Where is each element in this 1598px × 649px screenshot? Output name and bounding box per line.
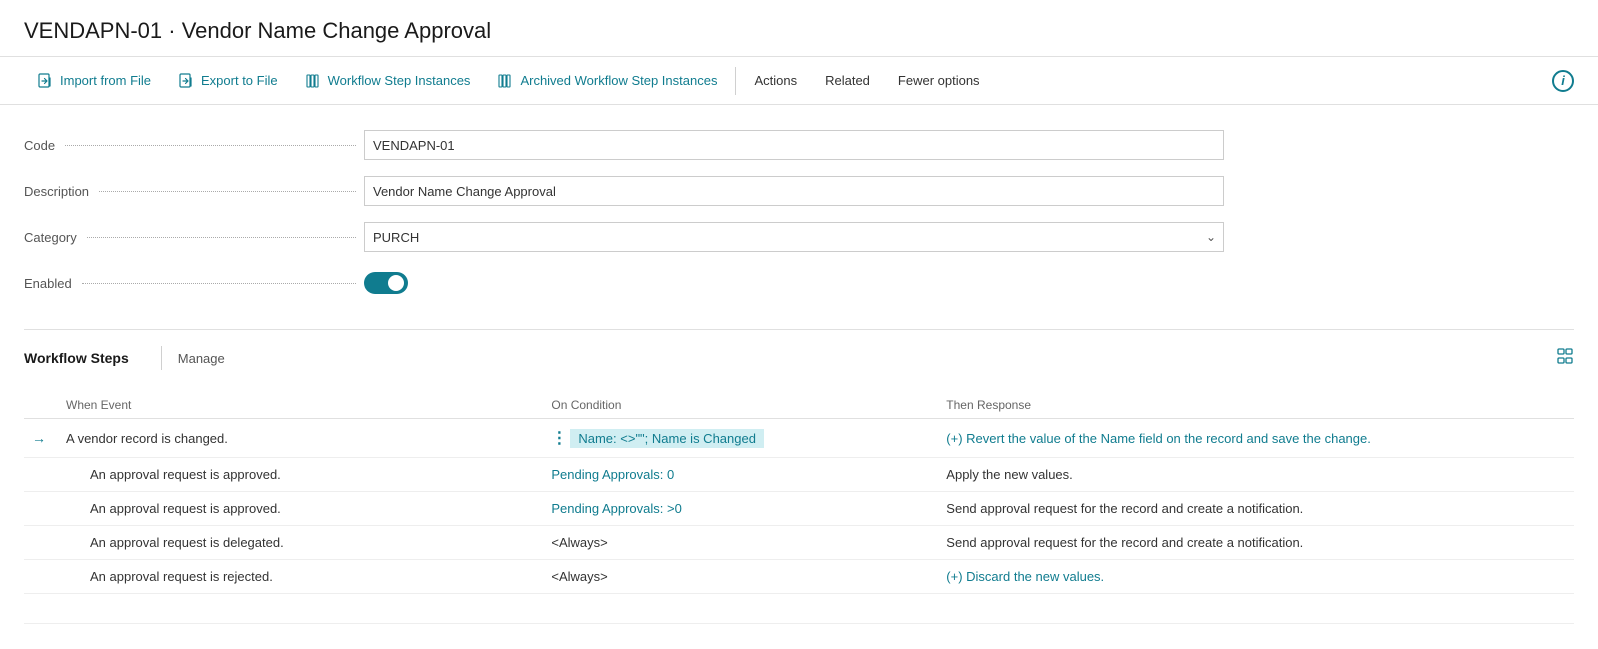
export-label: Export to File: [201, 73, 278, 88]
workflow-steps-tab[interactable]: Workflow Steps: [24, 342, 129, 374]
response-link[interactable]: (+) Revert the value of the Name field o…: [946, 431, 1371, 446]
enabled-field-wrapper: [364, 272, 1224, 294]
workflow-steps-header: Workflow Steps Manage: [0, 330, 1598, 374]
condition-link[interactable]: Pending Approvals: >0: [551, 501, 681, 516]
col-response-header: Then Response: [938, 390, 1574, 419]
actions-button[interactable]: Actions: [740, 57, 811, 104]
workflow-step-instances-button[interactable]: Workflow Step Instances: [292, 57, 485, 104]
condition-cell: <Always>: [543, 560, 938, 594]
category-label: Category: [24, 230, 364, 245]
drag-handle-icon[interactable]: ⋮: [551, 428, 567, 448]
category-row: Category PURCH ⌄: [24, 221, 1574, 253]
event-cell: An approval request is approved.: [58, 458, 543, 492]
response-cell[interactable]: (+) Revert the value of the Name field o…: [938, 419, 1574, 458]
row-arrow-cell: [24, 526, 58, 560]
import-icon: [38, 73, 54, 89]
fewer-options-button[interactable]: Fewer options: [884, 57, 994, 104]
condition-link[interactable]: Name: <>""; Name is Changed: [570, 429, 764, 448]
workflow-steps-label: Workflow Step Instances: [328, 73, 471, 88]
code-row: Code: [24, 129, 1574, 161]
row-arrow-cell: [24, 492, 58, 526]
dotted-line: [65, 145, 356, 146]
import-from-file-button[interactable]: Import from File: [24, 57, 165, 104]
description-input[interactable]: [364, 176, 1224, 206]
workflow-steps-icon: [306, 73, 322, 89]
info-icon-button[interactable]: i: [1552, 70, 1574, 92]
condition-link[interactable]: Pending Approvals: 0: [551, 467, 674, 482]
toggle-thumb: [388, 275, 404, 291]
table-row: An approval request is approved. Pending…: [24, 458, 1574, 492]
enabled-toggle[interactable]: [364, 272, 408, 294]
response-cell: Apply the new values.: [938, 458, 1574, 492]
description-label: Description: [24, 184, 364, 199]
table-row-empty: [24, 594, 1574, 624]
table-row: An approval request is delegated. <Alway…: [24, 526, 1574, 560]
table-row: → A vendor record is changed. ⋮ Name: <>…: [24, 419, 1574, 458]
related-label: Related: [825, 73, 870, 88]
response-cell[interactable]: (+) Discard the new values.: [938, 560, 1574, 594]
enabled-row: Enabled: [24, 267, 1574, 299]
col-event-header: When Event: [58, 390, 543, 419]
dotted-line: [82, 283, 356, 284]
row-arrow-cell: [24, 458, 58, 492]
import-label: Import from File: [60, 73, 151, 88]
fewer-options-label: Fewer options: [898, 73, 980, 88]
manage-link[interactable]: Manage: [178, 343, 225, 374]
table-section: When Event On Condition Then Response → …: [0, 374, 1598, 648]
actions-label: Actions: [754, 73, 797, 88]
event-cell: A vendor record is changed.: [58, 419, 543, 458]
description-field-wrapper: [364, 176, 1224, 206]
row-arrow-cell: [24, 560, 58, 594]
condition-cell[interactable]: ⋮ Name: <>""; Name is Changed: [543, 419, 938, 458]
response-link[interactable]: (+) Discard the new values.: [946, 569, 1104, 584]
event-cell: An approval request is delegated.: [58, 526, 543, 560]
toolbar: Import from File Export to File Workflow…: [0, 57, 1598, 105]
code-field-wrapper: [364, 130, 1224, 160]
toggle-track: [364, 272, 408, 294]
event-cell: An approval request is approved.: [58, 492, 543, 526]
archived-workflow-step-instances-button[interactable]: Archived Workflow Step Instances: [484, 57, 731, 104]
enabled-label: Enabled: [24, 276, 364, 291]
col-arrow-header: [24, 390, 58, 419]
table-row: An approval request is approved. Pending…: [24, 492, 1574, 526]
toolbar-separator: [735, 67, 736, 95]
description-row: Description: [24, 175, 1574, 207]
condition-cell[interactable]: Pending Approvals: 0: [543, 458, 938, 492]
table-row: An approval request is rejected. <Always…: [24, 560, 1574, 594]
page-title: VENDAPN-01 · Vendor Name Change Approval: [0, 0, 1598, 57]
row-arrow-cell: →: [24, 419, 58, 458]
workflow-steps-table: When Event On Condition Then Response → …: [24, 390, 1574, 624]
expand-icon[interactable]: [1556, 347, 1574, 370]
response-cell: Send approval request for the record and…: [938, 526, 1574, 560]
archived-icon: [498, 73, 514, 89]
condition-cell: <Always>: [543, 526, 938, 560]
code-input[interactable]: [364, 130, 1224, 160]
category-field-wrapper: PURCH ⌄: [364, 222, 1224, 252]
export-icon: [179, 73, 195, 89]
export-to-file-button[interactable]: Export to File: [165, 57, 292, 104]
dotted-line: [99, 191, 356, 192]
event-cell: An approval request is rejected.: [58, 560, 543, 594]
related-button[interactable]: Related: [811, 57, 884, 104]
form-section: Code Description Category PURCH ⌄: [0, 105, 1598, 329]
code-label: Code: [24, 138, 364, 153]
tab-separator: [161, 346, 162, 370]
condition-cell[interactable]: Pending Approvals: >0: [543, 492, 938, 526]
right-arrow-icon: →: [32, 430, 50, 446]
archived-label: Archived Workflow Step Instances: [520, 73, 717, 88]
response-cell: Send approval request for the record and…: [938, 492, 1574, 526]
category-select-wrapper: PURCH ⌄: [364, 222, 1224, 252]
dotted-line: [87, 237, 356, 238]
col-condition-header: On Condition: [543, 390, 938, 419]
category-select[interactable]: PURCH: [364, 222, 1224, 252]
